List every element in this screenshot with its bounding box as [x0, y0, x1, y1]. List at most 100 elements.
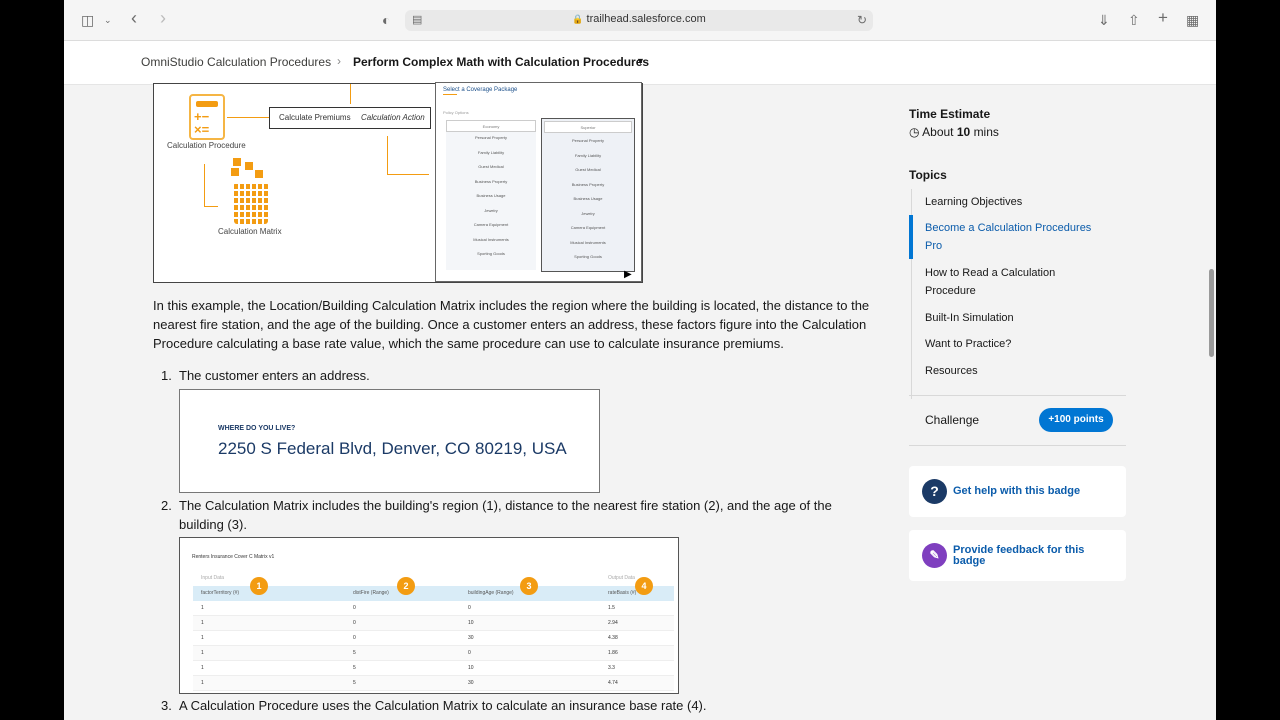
callout-marker: 2	[397, 577, 415, 595]
forward-icon[interactable]: ›	[160, 8, 166, 28]
step-text: The Calculation Matrix includes the buil…	[179, 498, 832, 532]
breadcrumb-parent-link[interactable]: OmniStudio Calculation Procedures	[141, 55, 331, 69]
tab-overview-icon[interactable]: ▦	[1186, 10, 1199, 30]
coverage-col-superior: Superior Personal Property Family Liabili…	[541, 118, 635, 272]
coverage-row: Camera Equipment	[570, 225, 606, 230]
table-cell: 5	[353, 680, 356, 686]
scrollbar-thumb[interactable]	[1209, 269, 1214, 357]
new-tab-icon[interactable]: +	[1158, 8, 1168, 28]
callout-marker: 3	[520, 577, 538, 595]
connector-line	[227, 117, 269, 118]
matrix-header-cell: distFire (Range)	[353, 590, 389, 596]
intro-paragraph: In this example, the Location/Building C…	[153, 298, 870, 351]
browser-toolbar: ◫ ⌄ ‹ › ◐ ▤ 🔒 trailhead.salesforce.com ↻…	[64, 0, 1216, 41]
topic-resources[interactable]: Resources	[925, 362, 1105, 380]
calc-premiums-label: Calculate Premiums	[279, 113, 351, 122]
coverage-row: Family Liability	[574, 152, 602, 158]
input-data-label: Input Data	[201, 575, 225, 581]
browser-window: ◫ ⌄ ‹ › ◐ ▤ 🔒 trailhead.salesforce.com ↻…	[64, 0, 1216, 720]
matrix-table: Input Data Output Data factorTerritory (…	[193, 572, 674, 692]
matrix-header-cell: buildingAge (Range)	[468, 590, 514, 596]
policy-options-label: Policy Options	[443, 110, 469, 115]
question-icon: ?	[922, 479, 947, 504]
table-cell: 0	[353, 620, 356, 626]
table-cell: 1	[201, 620, 204, 626]
table-row: 1 5 0 1.86	[193, 646, 674, 661]
table-cell: 4.74	[608, 680, 618, 686]
coverage-row: Business Property	[571, 181, 605, 187]
matrix-figure: Renters Insurance Cover C Matrix v1 Inpu…	[179, 537, 679, 694]
superior-header: Superior	[544, 121, 632, 133]
chevron-down-icon[interactable]: ⌄	[104, 10, 112, 30]
back-icon[interactable]: ‹	[131, 8, 137, 28]
step-text: The customer enters an address.	[179, 368, 370, 383]
table-row: 1 5 10 3.3	[193, 661, 674, 676]
coverage-row: Personal Property	[474, 135, 507, 140]
table-cell: 1	[201, 650, 204, 656]
table-cell: 4.38	[608, 635, 618, 641]
topic-learning-objectives[interactable]: Learning Objectives	[925, 193, 1105, 211]
coverage-row: Sporting Goods	[574, 254, 602, 259]
step-text: A Calculation Procedure uses the Calcula…	[179, 698, 707, 713]
step-number: 2.	[161, 498, 172, 513]
table-cell: 1	[201, 605, 204, 611]
address-bar[interactable]: ▤ 🔒 trailhead.salesforce.com ↻	[405, 10, 873, 31]
arrow-line	[350, 84, 351, 104]
url-text: 🔒 trailhead.salesforce.com	[405, 13, 873, 25]
coverage-row: Business Usage	[476, 193, 506, 198]
topic-built-in-simulation[interactable]: Built-In Simulation	[925, 309, 1105, 327]
step-number: 3.	[161, 698, 172, 713]
address-question: WHERE DO YOU LIVE?	[218, 425, 296, 432]
coverage-col-economy: Economy Personal Property Family Liabilit…	[446, 120, 536, 270]
matrix-header-cell: factorTerritory (#)	[201, 590, 240, 596]
coverage-row: Guest Medical	[478, 164, 504, 169]
topic-how-to-read[interactable]: How to Read a Calculation Procedure	[925, 264, 1105, 300]
url-value: trailhead.salesforce.com	[586, 13, 706, 25]
table-row: 1 0 30 4.38	[193, 631, 674, 646]
coverage-row: Jewelry	[581, 210, 595, 216]
time-prefix: About	[922, 125, 954, 139]
feedback-link[interactable]: Provide feedback for this badge	[953, 545, 1113, 567]
topic-become-pro[interactable]: Become a Calculation Procedures Pro	[925, 219, 1105, 255]
challenge-label[interactable]: Challenge	[925, 413, 979, 427]
table-cell: 0	[353, 635, 356, 641]
table-row: 1 0 0 1.5	[193, 601, 674, 616]
topics-heading: Topics	[909, 168, 947, 182]
topic-want-to-practice[interactable]: Want to Practice?	[925, 335, 1105, 353]
breadcrumb: OmniStudio Calculation Procedures › Perf…	[64, 41, 1216, 85]
connector-line	[204, 164, 205, 206]
sidebar-toggle-icon[interactable]: ◫	[81, 10, 94, 30]
time-value: 10	[956, 125, 971, 139]
calc-action-label: Calculation Action	[361, 113, 425, 122]
caret-down-icon[interactable]: ▼	[636, 56, 645, 66]
download-icon[interactable]: ⇓	[1098, 10, 1110, 30]
callout-marker: 1	[250, 577, 268, 595]
feedback-card[interactable]: ✎ Provide feedback for this badge	[909, 530, 1126, 581]
table-cell: 1	[201, 635, 204, 641]
privacy-shield-icon[interactable]: ◐	[382, 10, 390, 30]
reload-icon[interactable]: ↻	[857, 10, 867, 30]
breadcrumb-current[interactable]: Perform Complex Math with Calculation Pr…	[353, 55, 649, 69]
calc-diagram-figure: +− ×= Calculate Premiums Calculation Acti…	[153, 82, 643, 283]
divider	[909, 395, 1126, 396]
output-data-label: Output Data	[608, 575, 635, 581]
lock-icon: 🔒	[572, 14, 584, 24]
table-cell: 3.3	[608, 665, 615, 671]
calculator-icon: +− ×=	[189, 94, 225, 140]
calc-procedure-label: Calculation Procedure	[167, 141, 246, 150]
share-icon[interactable]: ⇧	[1128, 10, 1140, 30]
table-cell: 1.86	[608, 650, 618, 656]
active-topic-indicator	[909, 215, 913, 259]
calc-matrix-label: Calculation Matrix	[218, 227, 282, 236]
table-cell: 0	[468, 605, 471, 611]
help-card[interactable]: ? Get help with this badge	[909, 466, 1126, 517]
table-cell: 10	[468, 620, 474, 626]
pencil-icon: ✎	[922, 543, 947, 568]
help-link[interactable]: Get help with this badge	[953, 486, 1113, 497]
table-cell: 10	[468, 665, 474, 671]
table-cell: 1	[201, 680, 204, 686]
callout-marker: 4	[635, 577, 653, 595]
table-cell: 5	[353, 650, 356, 656]
economy-header: Economy	[446, 120, 536, 132]
step-number: 1.	[161, 368, 172, 383]
